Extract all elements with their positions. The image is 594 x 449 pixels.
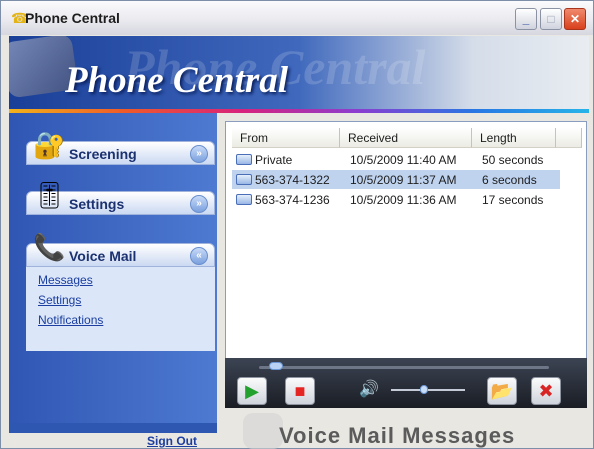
minimize-button[interactable]: _ <box>515 8 537 30</box>
volume-icon: 🔊 <box>359 381 379 398</box>
from-cell: 563-374-1322 <box>236 173 330 187</box>
voice-mail-panel: Messages Settings Notifications <box>26 267 215 351</box>
received-cell: 10/5/2009 11:36 AM <box>350 193 457 207</box>
chevron-up-icon[interactable]: « <box>190 247 208 265</box>
link-settings[interactable]: Settings <box>38 293 81 307</box>
column-header-length[interactable]: Length <box>472 128 556 148</box>
nav-item-label: Screening <box>69 146 137 162</box>
received-cell: 10/5/2009 11:40 AM <box>350 153 457 167</box>
table-row[interactable]: 563-374-1322 10/5/2009 11:37 AM 6 second… <box>232 170 560 189</box>
column-header-spacer <box>556 128 582 148</box>
sidebar: 🔐 Screening » 🎚 Settings » 📞 Voice Mail … <box>9 113 217 433</box>
volume-handle[interactable] <box>420 385 429 394</box>
nav-item-label: Voice Mail <box>69 248 137 264</box>
column-header-from[interactable]: From <box>232 128 340 148</box>
folder-icon <box>236 174 252 185</box>
maximize-button[interactable]: □ <box>540 8 562 30</box>
length-cell: 50 seconds <box>482 153 544 167</box>
page-title: Voice Mail Messages <box>279 423 516 448</box>
length-cell: 6 seconds <box>482 173 537 187</box>
window-title: Phone Central <box>25 10 120 26</box>
table-row[interactable]: 563-374-1236 10/5/2009 11:36 AM 17 secon… <box>232 190 560 209</box>
footer-art-icon <box>243 413 283 449</box>
app-banner: Phone Central Phone Central <box>9 36 589 111</box>
nav-item-screening[interactable]: 🔐 Screening » <box>26 130 215 165</box>
chevron-down-icon[interactable]: » <box>190 195 208 213</box>
screening-icon: 🔐 <box>33 130 66 160</box>
open-folder-button[interactable]: 📂 <box>487 377 517 405</box>
media-player: ▶ ■ 🔊 📂 ✖ <box>225 358 587 408</box>
table-row[interactable]: Private 10/5/2009 11:40 AM 50 seconds <box>232 150 560 169</box>
folder-icon <box>236 194 252 205</box>
link-messages[interactable]: Messages <box>38 273 93 287</box>
received-cell: 10/5/2009 11:37 AM <box>350 173 457 187</box>
seek-bar[interactable] <box>259 366 549 369</box>
link-notifications[interactable]: Notifications <box>38 313 103 327</box>
banner-title: Phone Central <box>65 60 289 101</box>
length-cell: 17 seconds <box>482 193 544 207</box>
column-header-received[interactable]: Received <box>340 128 472 148</box>
play-button[interactable]: ▶ <box>237 377 267 405</box>
seek-handle[interactable] <box>268 362 283 370</box>
sidebar-footer-bar <box>9 423 217 433</box>
settings-icon: 🎚 <box>33 180 67 210</box>
from-cell: Private <box>236 153 292 167</box>
close-button[interactable]: ✕ <box>564 8 586 30</box>
nav-item-label: Settings <box>69 196 125 212</box>
delete-button[interactable]: ✖ <box>531 377 561 405</box>
folder-icon <box>236 154 252 165</box>
app-window: ☎ Phone Central _ □ ✕ Phone Central Phon… <box>0 0 594 449</box>
chevron-down-icon[interactable]: » <box>190 145 208 163</box>
from-cell: 563-374-1236 <box>236 193 330 207</box>
voicemail-icon: 📞 <box>33 232 66 262</box>
nav-item-voice-mail[interactable]: 📞 Voice Mail « <box>26 232 215 267</box>
nav-item-settings[interactable]: 🎚 Settings » <box>26 180 215 215</box>
title-bar[interactable]: ☎ Phone Central _ □ ✕ <box>1 1 593 35</box>
sign-out-link[interactable]: Sign Out <box>147 434 197 448</box>
stop-button[interactable]: ■ <box>285 377 315 405</box>
